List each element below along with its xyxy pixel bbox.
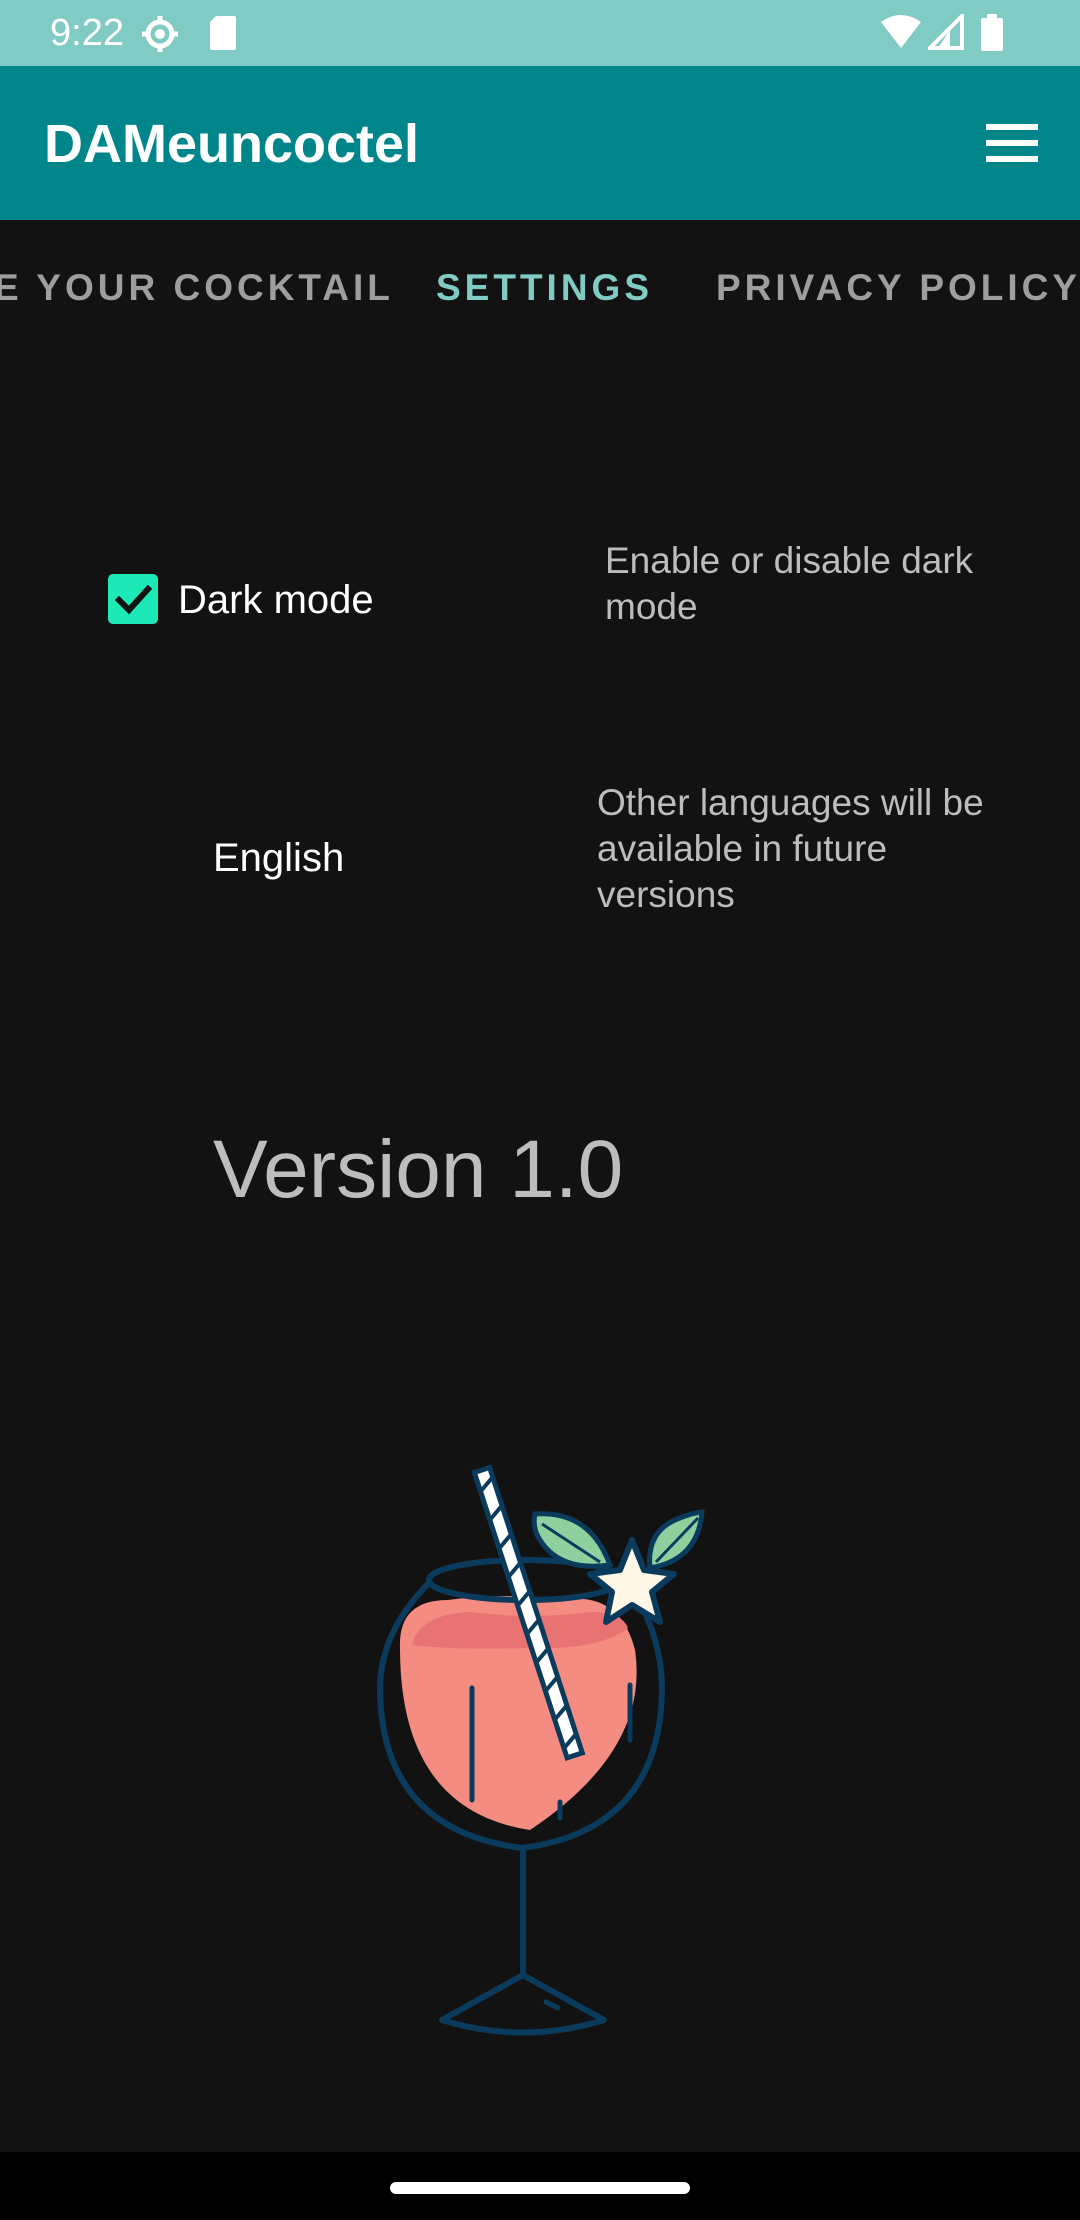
battery-icon	[980, 14, 1004, 57]
menu-button[interactable]	[980, 116, 1044, 170]
settings-screen: 9:22 DAMeuncoctel E YOUR COCKTAIL SETTIN…	[0, 0, 1080, 2220]
language-hint: Other languages will be available in fut…	[597, 782, 984, 915]
tab-privacy-policy[interactable]: PRIVACY POLICY	[716, 264, 1080, 312]
settings-icon	[140, 14, 180, 59]
tab-bar: E YOUR COCKTAIL SETTINGS PRIVACY POLICY	[0, 220, 1080, 356]
dark-mode-checkbox[interactable]	[108, 574, 158, 624]
language-select[interactable]: English	[213, 832, 344, 884]
tab-settings[interactable]: SETTINGS	[436, 264, 653, 312]
app-bar: DAMeuncoctel	[0, 66, 1080, 220]
tab-make-your-cocktail[interactable]: E YOUR COCKTAIL	[0, 264, 394, 312]
navigation-bar	[0, 2152, 1080, 2220]
checkmark-icon	[114, 584, 153, 615]
dark-mode-label[interactable]: Dark mode	[178, 574, 374, 626]
sd-card-icon	[208, 14, 238, 57]
dark-mode-hint: Enable or disable dark mode	[605, 540, 974, 627]
signal-icon	[925, 11, 964, 55]
app-title: DAMeuncoctel	[44, 114, 420, 174]
cocktail-illustration	[376, 1464, 705, 2036]
wifi-icon	[880, 14, 922, 55]
status-bar: 9:22	[0, 0, 1080, 66]
status-time: 9:22	[50, 12, 124, 54]
version-text: Version 1.0	[213, 1124, 624, 1215]
home-gesture-handle[interactable]	[390, 2182, 690, 2194]
hamburger-menu-icon	[986, 124, 1038, 162]
